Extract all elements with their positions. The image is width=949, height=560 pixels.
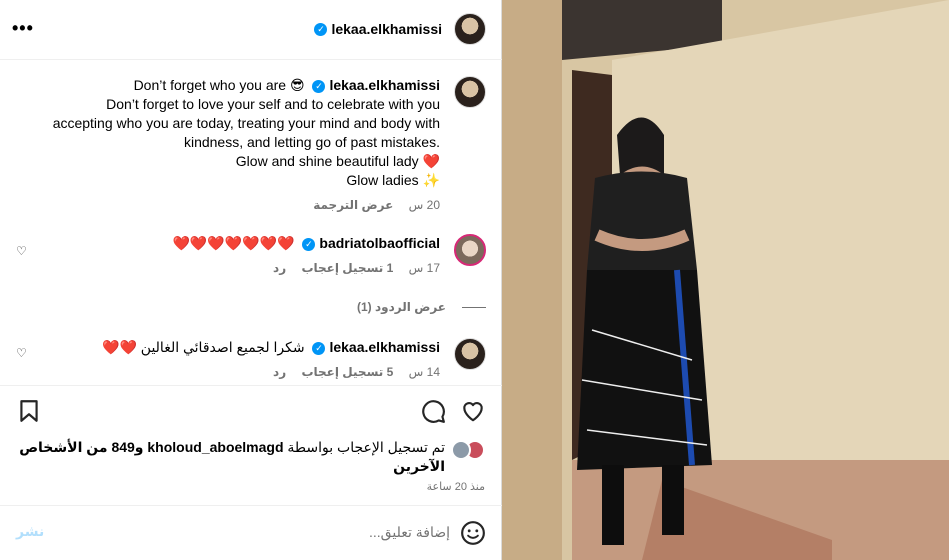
caption-line: Glow and shine beautiful lady ❤️ [235,153,440,169]
header-user[interactable]: lekaa.elkhamissi ✓ [310,13,486,45]
comment-time[interactable]: 17 س [409,261,440,275]
avatar[interactable] [454,338,486,370]
caption-text: Don’t forget who you are 😎 ✓ lekaa.elkham… [20,76,440,190]
avatar[interactable] [454,13,486,45]
comment-text: badriatolbaofficial✓ ❤️❤️❤️❤️❤️❤️❤️ [20,234,441,253]
likes-prefix: تم تسجيل الإعجاب بواسطة [283,439,445,455]
reply-button[interactable]: رد [273,365,286,379]
liker-avatars [451,440,485,460]
comment-text: lekaa.elkhamissi✓ شكرا لجميع اصدقائي الغ… [20,338,440,357]
see-translation-link[interactable]: عرض الترجمة [313,198,393,212]
comment-username[interactable]: lekaa.elkhamissi [329,339,440,355]
caption-line: kindness, and letting go of past mistake… [183,134,440,150]
comment-meta: 14 س 5 تسجيل إعجاب رد [20,365,440,379]
divider-line [462,306,486,308]
post-button[interactable]: نشر [16,523,44,540]
caption-line: Glow ladies ✨ [346,172,440,188]
avatar[interactable] [451,440,471,460]
comment-body: ❤️❤️❤️❤️❤️❤️❤️ [172,235,295,251]
comment-likes-count[interactable]: 1 تسجيل إعجاب [301,261,393,275]
emoji-icon[interactable] [460,520,486,546]
like-comment-heart-icon[interactable]: ♡ [16,346,27,360]
more-options-icon[interactable]: ••• [12,18,36,42]
verified-badge-icon: ✓ [312,341,326,355]
caption: Don’t forget who you are 😎 ✓ lekaa.elkham… [16,76,486,216]
likes-summary: تم تسجيل الإعجاب بواسطة kholoud_aboelmag… [15,438,485,476]
comment-likes-count[interactable]: 5 تسجيل إعجاب [301,365,393,379]
avatar[interactable] [454,234,486,266]
likes-text[interactable]: تم تسجيل الإعجاب بواسطة kholoud_aboelmag… [15,438,445,476]
post-header: ••• lekaa.elkhamissi ✓ [0,0,502,60]
verified-badge-icon: ✓ [312,79,326,93]
action-bar [0,385,502,437]
heart-icon[interactable] [460,398,486,424]
instagram-post-modal: ••• lekaa.elkhamissi ✓ Don’t forget who … [0,0,949,560]
liker-username[interactable]: kholoud_aboelmagd [147,439,283,455]
caption-time[interactable]: 20 س [409,198,440,212]
caption-username[interactable]: lekaa.elkhamissi [329,77,440,93]
like-comment-heart-icon[interactable]: ♡ [16,244,27,258]
comment-username[interactable]: badriatolbaofficial [319,235,440,251]
caption-first-line: Don’t forget who you are 😎 [133,77,305,93]
reply-button[interactable]: رد [273,261,286,275]
verified-badge-icon: ✓ [314,22,328,36]
comment-meta: 17 س 1 تسجيل إعجاب رد [20,261,440,275]
comment-item: lekaa.elkhamissi✓ شكرا لجميع اصدقائي الغ… [16,338,486,385]
post-photo [502,0,949,560]
caption-line: Don’t forget to love your self and to ce… [106,96,440,112]
header-username[interactable]: lekaa.elkhamissi [331,21,442,37]
bookmark-icon[interactable] [16,398,42,424]
comment-input[interactable] [110,520,450,544]
comment-body: شكرا لجميع اصدقائي الغالين ❤️❤️ [102,339,305,355]
comment-icon[interactable] [420,398,446,424]
avatar[interactable] [454,76,486,108]
caption-meta: 20 س عرض الترجمة [20,198,440,212]
comments-section[interactable]: Don’t forget who you are 😎 ✓ lekaa.elkham… [0,60,502,385]
post-time[interactable]: منذ 20 ساعة [427,480,485,493]
comment-time[interactable]: 14 س [409,365,440,379]
caption-line: accepting who you are today, treating yo… [52,115,440,131]
comment-item: badriatolbaofficial✓ ❤️❤️❤️❤️❤️❤️❤️ 17 س… [16,234,486,284]
post-details-panel: ••• lekaa.elkhamissi ✓ Don’t forget who … [0,0,502,560]
verified-badge-icon: ✓ [302,237,316,251]
view-replies-label[interactable]: عرض الردود (1) [357,300,446,314]
view-replies-button[interactable]: عرض الردود (1) [357,300,486,314]
comment-composer: نشر [0,505,502,560]
